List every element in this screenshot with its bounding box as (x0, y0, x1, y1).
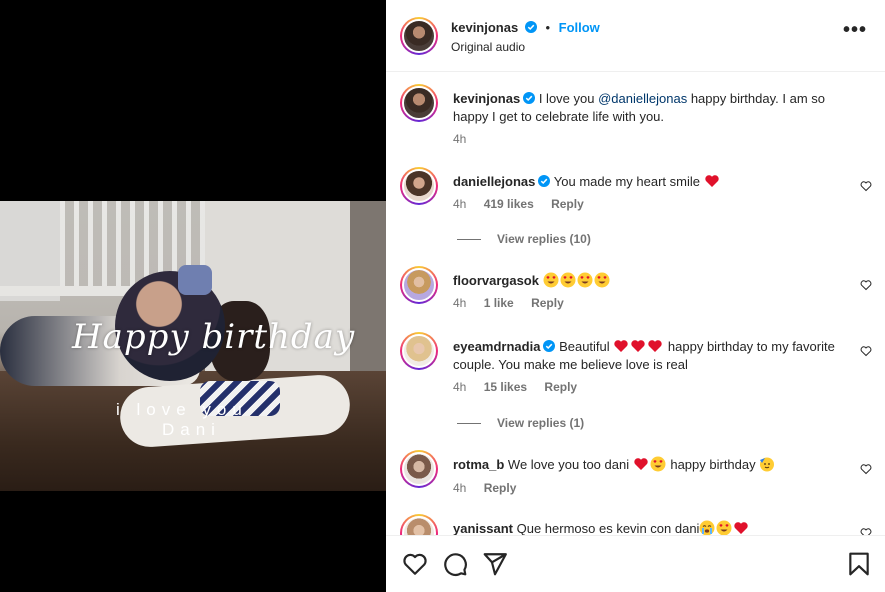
caption-meta: 4h (453, 132, 480, 146)
caption-username[interactable]: kevinjonas (453, 91, 520, 106)
comment-body-end: happy birthday (670, 457, 756, 472)
comment-meta: 4h 15 likes Reply (453, 380, 591, 394)
like-comment-icon[interactable] (860, 345, 872, 357)
avatar[interactable] (400, 332, 438, 370)
separator-dot: • (545, 20, 551, 35)
comment-timestamp[interactable]: 4h (453, 197, 466, 211)
red-heart-emoji-icon (648, 340, 662, 352)
comment-timestamp[interactable]: 4h (453, 296, 466, 310)
view-replies-label: View replies (1) (497, 416, 585, 430)
comment-username[interactable]: daniellejonas (453, 174, 535, 189)
comment-body: Que hermoso es kevin con dani (516, 521, 700, 535)
heart-eyes-emoji-icon (560, 272, 576, 288)
comment-item: daniellejonas You made my heart smile 4h… (386, 167, 885, 252)
replies-divider (457, 423, 481, 425)
comment-timestamp[interactable]: 4h (453, 481, 466, 495)
video-frame-bottle (178, 265, 212, 295)
comment-body-start: Beautiful (559, 339, 610, 354)
avatar[interactable] (400, 84, 438, 122)
post-caption: kevinjonas I love you @daniellejonas hap… (386, 84, 885, 154)
like-comment-icon[interactable] (860, 180, 872, 192)
comment-body: You made my heart smile (553, 174, 700, 189)
comment-meta: 4h Reply (453, 481, 530, 495)
caption-mention-link[interactable]: @daniellejonas (598, 91, 687, 106)
post-actions-bar (386, 535, 885, 592)
reply-button[interactable]: Reply (484, 481, 517, 495)
red-heart-emoji-icon (704, 175, 719, 187)
comment-item: yanissant Que hermoso es kevin con dani (386, 514, 885, 535)
audio-link[interactable]: Original audio (451, 40, 525, 54)
avatar[interactable] (400, 514, 438, 535)
comment-item: eyeamdrnadia Beautiful happy birthday to… (386, 332, 885, 437)
like-comment-icon[interactable] (860, 463, 872, 475)
more-options-icon[interactable]: ••• (843, 20, 867, 40)
heart-icon[interactable] (402, 551, 428, 577)
comment-text: daniellejonas You made my heart smile (453, 173, 848, 191)
red-heart-emoji-icon (631, 340, 645, 352)
comment-username[interactable]: floorvargasok (453, 273, 539, 288)
red-heart-emoji-icon (614, 340, 628, 352)
comment-meta: 4h 419 likes Reply (453, 197, 598, 211)
media-panel: Happy birthday i love you Dani (0, 0, 386, 592)
video-player[interactable]: Happy birthday i love you Dani (0, 201, 386, 491)
verified-icon (523, 92, 536, 104)
comment-likes[interactable]: 1 like (484, 296, 514, 310)
comment-icon[interactable] (442, 551, 468, 577)
comment-item: floorvargasok 4h 1 like Reply (386, 266, 885, 321)
follow-button[interactable]: Follow (559, 20, 600, 35)
comment-likes[interactable]: 419 likes (484, 197, 534, 211)
partying-face-emoji-icon (760, 457, 775, 472)
reply-button[interactable]: Reply (544, 380, 577, 394)
post-header: kevinjonas • Follow Original audio ••• (386, 0, 885, 72)
comment-text: rotma_b We love you too dani happy birth… (453, 456, 848, 474)
reply-button[interactable]: Reply (531, 296, 564, 310)
video-overlay-title: Happy birthday (72, 317, 356, 357)
share-icon[interactable] (482, 551, 508, 577)
caption-text-start: I love you (538, 91, 595, 106)
comment-text: yanissant Que hermoso es kevin con dani (453, 520, 848, 535)
comment-username[interactable]: rotma_b (453, 457, 504, 472)
comment-meta: 4h 1 like Reply (453, 296, 578, 310)
video-overlay-line2: Dani (162, 420, 221, 439)
avatar[interactable] (400, 167, 438, 205)
comment-timestamp[interactable]: 4h (453, 380, 466, 394)
caption-text: kevinjonas I love you @daniellejonas hap… (453, 90, 848, 126)
view-replies-button[interactable]: View replies (10) (457, 232, 591, 246)
avatar[interactable] (400, 450, 438, 488)
header-username[interactable]: kevinjonas (451, 20, 518, 35)
view-replies-button[interactable]: View replies (1) (457, 416, 584, 430)
video-overlay-line1: i love you (116, 400, 248, 419)
comment-text: floorvargasok (453, 272, 848, 290)
comment-username[interactable]: yanissant (453, 521, 513, 535)
caption-timestamp[interactable]: 4h (453, 132, 466, 146)
bookmark-icon[interactable] (846, 551, 872, 577)
heart-eyes-emoji-icon (594, 272, 610, 288)
verified-icon (524, 21, 537, 33)
heart-eyes-emoji-icon (716, 520, 732, 535)
comment-username[interactable]: eyeamdrnadia (453, 339, 540, 354)
avatar[interactable] (400, 266, 438, 304)
heart-eyes-emoji-icon (650, 456, 666, 472)
heart-eyes-emoji-icon (543, 272, 559, 288)
comment-item: rotma_b We love you too dani happy birth… (386, 450, 885, 505)
avatar[interactable] (400, 17, 438, 55)
like-comment-icon[interactable] (860, 279, 872, 291)
view-replies-label: View replies (10) (497, 232, 591, 246)
red-heart-emoji-icon (734, 522, 749, 534)
comment-body-start: We love you too dani (507, 457, 630, 472)
heart-eyes-emoji-icon (577, 272, 593, 288)
reply-button[interactable]: Reply (551, 197, 584, 211)
verified-icon (543, 340, 556, 352)
replies-divider (457, 239, 481, 241)
red-heart-emoji-icon (634, 458, 648, 470)
verified-icon (538, 175, 551, 187)
like-comment-icon[interactable] (860, 527, 872, 535)
comment-text: eyeamdrnadia Beautiful happy birthday to… (453, 338, 848, 374)
comments-panel: kevinjonas • Follow Original audio ••• k… (386, 0, 885, 592)
crying-face-emoji-icon (699, 520, 715, 535)
comment-likes[interactable]: 15 likes (484, 380, 527, 394)
